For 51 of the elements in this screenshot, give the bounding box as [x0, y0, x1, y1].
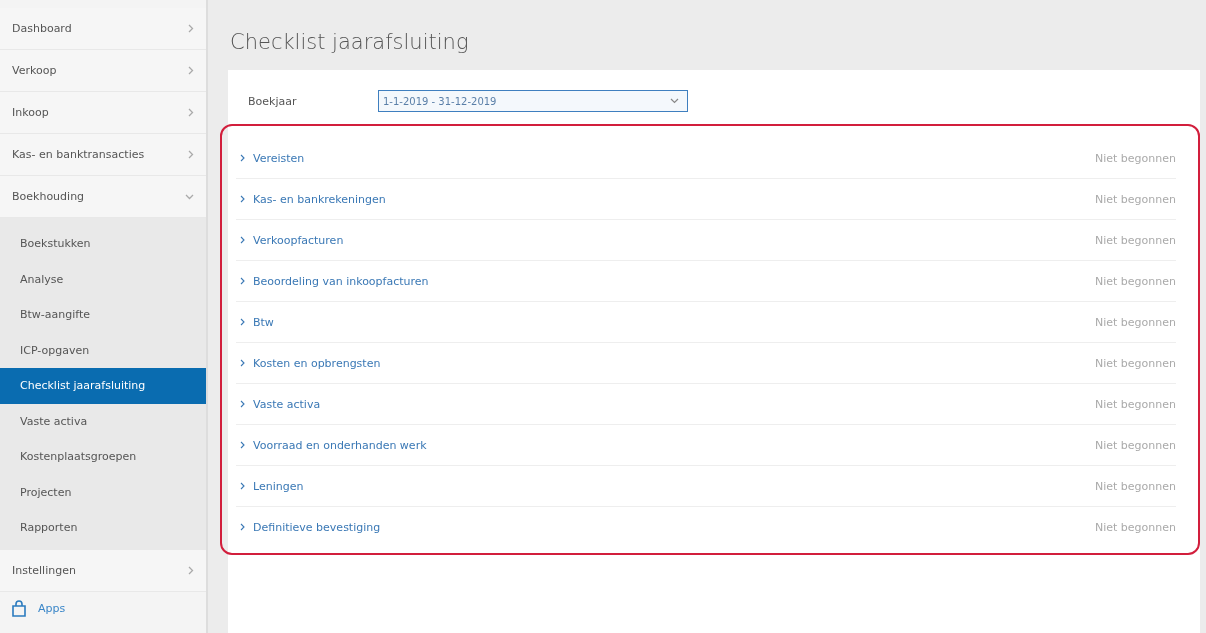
section-toggle[interactable]: Voorraad en onderhanden werk [240, 438, 427, 452]
submenu-item[interactable]: Analyse [0, 261, 206, 297]
submenu-item[interactable]: Btw-aangifte [0, 297, 206, 333]
submenu-item[interactable]: Rapporten [0, 510, 206, 546]
submenu-item[interactable]: Checklist jaarafsluiting [0, 368, 206, 404]
chevron-right-icon [240, 359, 245, 367]
chevron-right-icon [240, 236, 245, 244]
chevron-right-icon [240, 154, 245, 162]
status-text: Niet begonnen [1095, 356, 1176, 370]
chevron-right-icon [240, 195, 245, 203]
status-text: Niet begonnen [1095, 192, 1176, 206]
chevron-right-icon [188, 66, 194, 75]
submenu-item[interactable]: Vaste activa [0, 403, 206, 439]
chevron-right-icon [240, 400, 245, 408]
section-toggle[interactable]: Verkoopfacturen [240, 233, 344, 247]
submenu-item[interactable]: Boekstukken [0, 226, 206, 262]
status-text: Niet begonnen [1095, 520, 1176, 534]
submenu-item[interactable]: Projecten [0, 474, 206, 510]
status-text: Niet begonnen [1095, 233, 1176, 247]
chevron-right-icon [240, 277, 245, 285]
chevron-right-icon [240, 441, 245, 449]
apps-link[interactable]: Apps [0, 591, 206, 626]
page-title: Checklist jaarafsluiting [230, 30, 470, 54]
status-text: Niet begonnen [1095, 397, 1176, 411]
status-text: Niet begonnen [1095, 479, 1176, 493]
status-text: Niet begonnen [1095, 315, 1176, 329]
submenu-item[interactable]: ICP-opgaven [0, 332, 206, 368]
field-label: Boekjaar [248, 94, 298, 108]
section-toggle[interactable]: Leningen [240, 479, 304, 493]
chevron-right-icon [240, 482, 245, 490]
section-toggle[interactable]: Kosten en opbrengsten [240, 356, 381, 370]
submenu-item[interactable]: Kostenplaatsgroepen [0, 439, 206, 475]
chevron-right-icon [240, 523, 245, 531]
chevron-right-icon [188, 24, 194, 33]
status-text: Niet begonnen [1095, 151, 1176, 165]
shopping-bag-icon [10, 599, 28, 618]
chevron-right-icon [240, 318, 245, 326]
chevron-down-icon [670, 98, 679, 104]
section-toggle[interactable]: Btw [240, 315, 274, 329]
status-text: Niet begonnen [1095, 274, 1176, 288]
fiscal-year-dropdown[interactable]: 1-1-2019 - 31-12-2019 [378, 90, 688, 112]
section-toggle[interactable]: Vaste activa [240, 397, 321, 411]
chevron-right-icon [188, 108, 194, 117]
section-toggle[interactable]: Vereisten [240, 151, 305, 165]
chevron-right-icon [188, 565, 194, 575]
section-toggle[interactable]: Beoordeling van inkoopfacturen [240, 274, 429, 288]
chevron-right-icon [188, 150, 194, 159]
chevron-down-icon [185, 193, 194, 200]
section-toggle[interactable]: Definitieve bevestiging [240, 520, 381, 534]
section-toggle[interactable]: Kas- en bankrekeningen [240, 192, 386, 206]
status-text: Niet begonnen [1095, 438, 1176, 452]
